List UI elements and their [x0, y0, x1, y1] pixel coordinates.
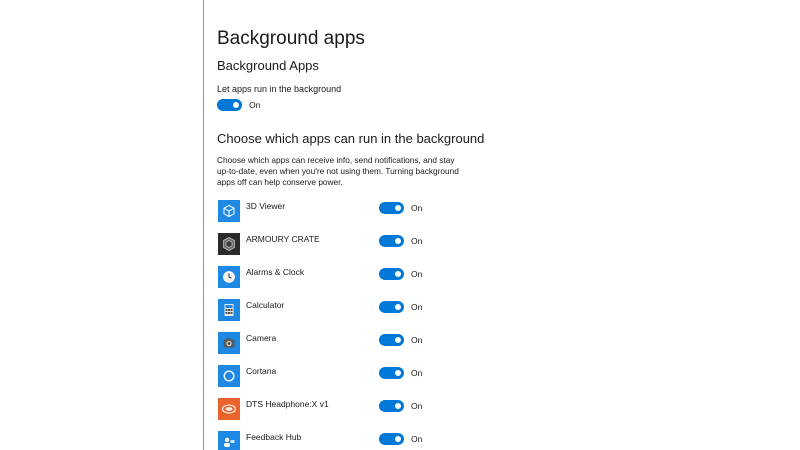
toggle-knob — [395, 304, 401, 310]
toggle-knob — [395, 271, 401, 277]
app-name: Feedback Hub — [246, 432, 302, 442]
app-toggle-setting: On — [379, 201, 422, 215]
cortana-icon — [218, 365, 240, 387]
settings-content: Background apps Background Apps Let apps… — [217, 0, 777, 450]
app-toggle-setting: On — [379, 300, 422, 314]
page-title: Background apps — [217, 28, 365, 49]
alarms-clock-toggle[interactable] — [379, 268, 404, 280]
app-row-calculator: Calculator On — [217, 298, 777, 331]
armoury-crate-icon — [218, 233, 240, 255]
app-toggle-setting: On — [379, 432, 422, 446]
background-apps-settings-page: Background apps Background Apps Let apps… — [0, 0, 800, 450]
app-name: Calculator — [246, 300, 285, 310]
apps-section-description: Choose which apps can receive info, send… — [217, 155, 459, 187]
toggle-knob — [395, 403, 401, 409]
toggle-state-text: On — [411, 269, 423, 279]
let-apps-run-label: Let apps run in the background — [217, 84, 342, 94]
app-row-camera: Camera On — [217, 331, 777, 364]
app-name: 3D Viewer — [246, 201, 286, 211]
toggle-state-text: On — [411, 236, 423, 246]
app-toggle-setting: On — [379, 234, 422, 248]
app-name: Alarms & Clock — [246, 267, 305, 277]
app-name: Cortana — [246, 366, 277, 376]
toggle-state-text: On — [411, 335, 423, 345]
app-row-cortana: Cortana On — [217, 364, 777, 397]
toggle-knob — [395, 238, 401, 244]
feedback-hub-icon — [218, 431, 240, 450]
dts-headphone-toggle[interactable] — [379, 400, 404, 412]
apps-section-heading: Choose which apps can run in the backgro… — [217, 131, 485, 146]
app-toggle-setting: On — [379, 333, 422, 347]
let-apps-run-toggle[interactable] — [217, 99, 242, 111]
clock-icon — [218, 266, 240, 288]
toggle-state-text: On — [411, 302, 423, 312]
app-name: ARMOURY CRATE — [246, 234, 320, 244]
calculator-icon — [218, 299, 240, 321]
app-row-armoury-crate: ARMOURY CRATE On — [217, 232, 777, 265]
armoury-crate-toggle[interactable] — [379, 235, 404, 247]
app-toggle-setting: On — [379, 267, 422, 281]
toggle-knob — [395, 205, 401, 211]
app-toggle-setting: On — [379, 399, 422, 413]
section-heading: Background Apps — [217, 58, 319, 73]
settings-sidebar — [0, 0, 204, 450]
toggle-state-text: On — [249, 100, 261, 110]
cube-icon — [218, 200, 240, 222]
toggle-state-text: On — [411, 368, 423, 378]
app-row-alarms-clock: Alarms & Clock On — [217, 265, 777, 298]
app-row-3d-viewer: 3D Viewer On — [217, 199, 777, 232]
app-row-dts-headphone: DTS Headphone:X v1 On — [217, 397, 777, 430]
let-apps-run-setting: On — [217, 98, 260, 112]
calculator-toggle[interactable] — [379, 301, 404, 313]
cortana-toggle[interactable] — [379, 367, 404, 379]
app-toggle-setting: On — [379, 366, 422, 380]
toggle-state-text: On — [411, 434, 423, 444]
dts-icon — [218, 398, 240, 420]
toggle-knob — [395, 436, 401, 442]
camera-icon — [218, 332, 240, 354]
toggle-knob — [233, 102, 239, 108]
app-name: Camera — [246, 333, 277, 343]
camera-toggle[interactable] — [379, 334, 404, 346]
app-name: DTS Headphone:X v1 — [246, 399, 329, 409]
app-row-feedback-hub: Feedback Hub On — [217, 430, 777, 450]
app-list: 3D Viewer On ARMOURY CRATE On Alarms & C… — [217, 199, 777, 450]
toggle-state-text: On — [411, 401, 423, 411]
toggle-state-text: On — [411, 203, 423, 213]
3d-viewer-toggle[interactable] — [379, 202, 404, 214]
toggle-knob — [395, 370, 401, 376]
toggle-knob — [395, 337, 401, 343]
feedback-hub-toggle[interactable] — [379, 433, 404, 445]
